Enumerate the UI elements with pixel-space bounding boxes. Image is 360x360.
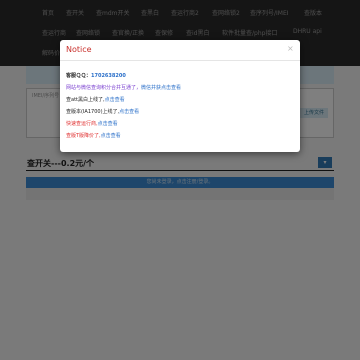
- notice-line: 快速查运行商,点击查看: [66, 120, 118, 127]
- qq-contact-line: 客服ＱＱ：1702638200: [66, 72, 126, 79]
- notice-line: 查att黑白上线了,点击查看: [66, 96, 125, 103]
- notice-modal: Notice × 客服ＱＱ：1702638200 网站与微信查询积分合并互通了，…: [60, 40, 300, 152]
- notice-text: 网站与微信查询积分合并互通了，: [66, 85, 142, 91]
- notice-line: 查版T版降价了,点击查看: [66, 132, 121, 139]
- qq-number: 1702638200: [91, 73, 126, 79]
- notice-line: 查版本(IA1700)上线了,点击查看: [66, 108, 139, 115]
- notice-link[interactable]: 微信并获点击查看: [141, 85, 181, 91]
- notice-line: 网站与微信查询积分合并互通了，微信并获点击查看: [66, 84, 181, 91]
- modal-header: Notice ×: [60, 40, 300, 61]
- notice-link[interactable]: 点击查看: [101, 133, 121, 139]
- qq-label: 客服ＱＱ：: [66, 73, 92, 79]
- notice-text: 查版本(IA1700)上线了,: [66, 109, 120, 115]
- notice-text: 查att黑白上线了,: [66, 97, 105, 103]
- modal-title: Notice: [66, 45, 92, 54]
- close-icon[interactable]: ×: [287, 44, 294, 53]
- notice-link[interactable]: 点击查看: [105, 97, 125, 103]
- notice-link[interactable]: 点击查看: [98, 121, 118, 127]
- notice-text: 查版T版降价了,: [66, 133, 101, 139]
- notice-link[interactable]: 点击查看: [119, 109, 139, 115]
- notice-text: 快速查运行商,: [66, 121, 98, 127]
